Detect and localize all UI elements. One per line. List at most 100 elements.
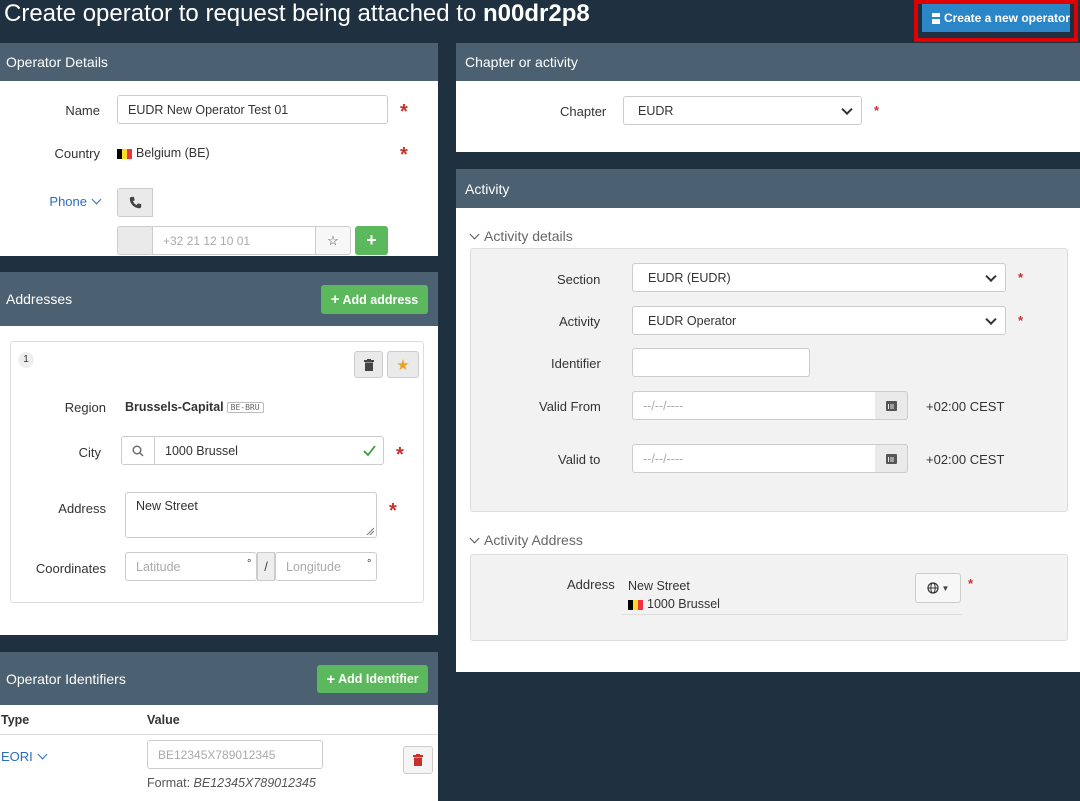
divider xyxy=(0,734,438,735)
required-asterisk: * xyxy=(400,101,408,123)
region-code-badge: BE-BRU xyxy=(226,402,264,414)
calendar-icon xyxy=(885,453,897,464)
page-title: Create operator to request being attache… xyxy=(4,0,590,30)
activity-label: Activity xyxy=(559,314,601,329)
activity-select[interactable]: EUDR Operator xyxy=(632,306,1006,335)
phone-type-dropdown[interactable]: Phone xyxy=(49,194,102,209)
latitude-input[interactable]: Latitude xyxy=(125,552,257,581)
trash-icon xyxy=(413,754,423,766)
chevron-down-icon xyxy=(469,229,480,240)
operator-details-header: Operator Details xyxy=(0,43,438,81)
card-icon xyxy=(932,12,940,24)
city-label: City xyxy=(78,445,101,460)
star-outline-icon: ☆ xyxy=(327,232,339,248)
required-asterisk: * xyxy=(389,500,397,522)
required-asterisk: * xyxy=(968,576,974,591)
valid-from-label: Valid From xyxy=(539,399,601,414)
divider xyxy=(622,614,962,615)
required-asterisk: * xyxy=(396,444,404,466)
identifier-value-input[interactable]: BE12345X789012345 xyxy=(147,740,323,769)
address-selector-button[interactable]: ▼ xyxy=(915,573,961,603)
valid-from-input[interactable]: --/--/---- xyxy=(632,391,876,420)
name-input[interactable]: EUDR New Operator Test 01 xyxy=(117,95,388,124)
identifier-label: Identifier xyxy=(551,356,601,371)
coordinates-label: Coordinates xyxy=(35,561,106,576)
type-column-header: Type xyxy=(1,713,30,727)
name-label: Name xyxy=(65,103,100,118)
caret-down-icon: ▼ xyxy=(941,583,950,593)
valid-from-timezone: +02:00 CEST xyxy=(926,399,1005,414)
activity-address-toggle[interactable]: Activity Address xyxy=(469,532,583,548)
add-address-button[interactable]: + Add address xyxy=(321,285,428,314)
resize-handle-icon[interactable] xyxy=(366,527,374,535)
activity-identifier-input[interactable] xyxy=(632,348,810,377)
activity-address-box: Address New Street 1000 Brussel ▼ * xyxy=(470,554,1068,641)
chevron-down-icon xyxy=(91,194,102,205)
page-title-code: n00dr2p8 xyxy=(482,0,590,27)
chevron-down-icon xyxy=(37,749,48,760)
address-card: 1 ★ Region Brussels-Capital BE-BRU City 1… xyxy=(10,341,424,603)
required-asterisk: * xyxy=(1018,270,1024,285)
star-icon: ★ xyxy=(396,356,410,374)
chapter-panel: Chapter or activity Chapter EUDR * xyxy=(456,43,1080,152)
valid-to-label: Valid to xyxy=(558,452,601,467)
required-asterisk: * xyxy=(400,144,408,166)
chevron-down-icon xyxy=(985,313,997,325)
activity-address-label: Address xyxy=(567,577,615,592)
activity-details-toggle[interactable]: Activity details xyxy=(469,228,573,244)
addresses-panel: Addresses + Add address 1 ★ Region Brusse… xyxy=(0,272,438,635)
identifier-type-dropdown[interactable]: EORI xyxy=(1,749,48,764)
region-label: Region xyxy=(64,400,106,415)
check-icon xyxy=(363,445,376,456)
calendar-icon xyxy=(885,400,897,411)
chapter-label: Chapter xyxy=(560,104,607,119)
belgium-flag-icon xyxy=(628,599,643,610)
degree-symbol: ° xyxy=(247,558,252,570)
activity-panel: Activity Activity details Section EUDR (… xyxy=(456,169,1080,672)
section-select[interactable]: EUDR (EUDR) xyxy=(632,263,1006,292)
country-label: Country xyxy=(54,146,100,161)
required-asterisk: * xyxy=(1018,313,1024,328)
phone-input[interactable]: +32 21 12 10 01 xyxy=(152,226,316,255)
valid-to-timezone: +02:00 CEST xyxy=(926,452,1005,467)
required-asterisk: * xyxy=(874,103,880,118)
city-search-addon xyxy=(121,436,155,465)
longitude-input[interactable]: Longitude xyxy=(275,552,377,581)
phone-icon-addon xyxy=(117,226,153,255)
trash-icon xyxy=(363,358,374,371)
address-textarea[interactable]: New Street xyxy=(125,492,377,538)
coordinate-separator: / xyxy=(257,552,275,581)
create-new-operator-button[interactable]: Create a new operator xyxy=(922,4,1070,32)
plus-icon: + xyxy=(326,670,336,688)
globe-icon xyxy=(926,582,939,594)
address-number-badge: 1 xyxy=(18,352,34,368)
address-label: Address xyxy=(58,501,106,516)
primary-address-star-button[interactable]: ★ xyxy=(387,351,419,378)
city-input[interactable]: 1000 Brussel xyxy=(154,436,384,465)
delete-identifier-button[interactable] xyxy=(403,746,433,774)
delete-address-button[interactable] xyxy=(354,351,383,378)
chevron-down-icon xyxy=(841,103,853,115)
highlight-frame: Create a new operator xyxy=(914,0,1078,42)
plus-icon: + xyxy=(330,291,340,308)
chapter-select[interactable]: EUDR xyxy=(623,96,862,125)
operator-details-panel: Operator Details Name EUDR New Operator … xyxy=(0,43,438,256)
phone-icon xyxy=(117,188,153,217)
valid-from-calendar-button[interactable] xyxy=(875,391,908,420)
country-value: Belgium (BE) xyxy=(117,146,210,160)
degree-symbol: ° xyxy=(367,558,372,570)
chevron-down-icon xyxy=(985,270,997,282)
value-column-header: Value xyxy=(147,713,180,727)
valid-to-input[interactable]: --/--/---- xyxy=(632,444,876,473)
favorite-phone-button[interactable]: ☆ xyxy=(315,226,351,255)
belgium-flag-icon xyxy=(117,148,132,159)
page-title-text: Create operator to request being attache… xyxy=(4,0,477,27)
add-identifier-button[interactable]: + Add Identifier xyxy=(317,665,428,693)
chapter-header: Chapter or activity xyxy=(456,43,1080,81)
search-icon xyxy=(132,445,144,456)
region-value: Brussels-Capital BE-BRU xyxy=(125,400,264,414)
valid-to-calendar-button[interactable] xyxy=(875,444,908,473)
activity-header: Activity xyxy=(456,169,1080,208)
format-hint: Format: BE12345X789012345 xyxy=(147,776,316,790)
add-phone-button[interactable]: + xyxy=(355,226,388,255)
